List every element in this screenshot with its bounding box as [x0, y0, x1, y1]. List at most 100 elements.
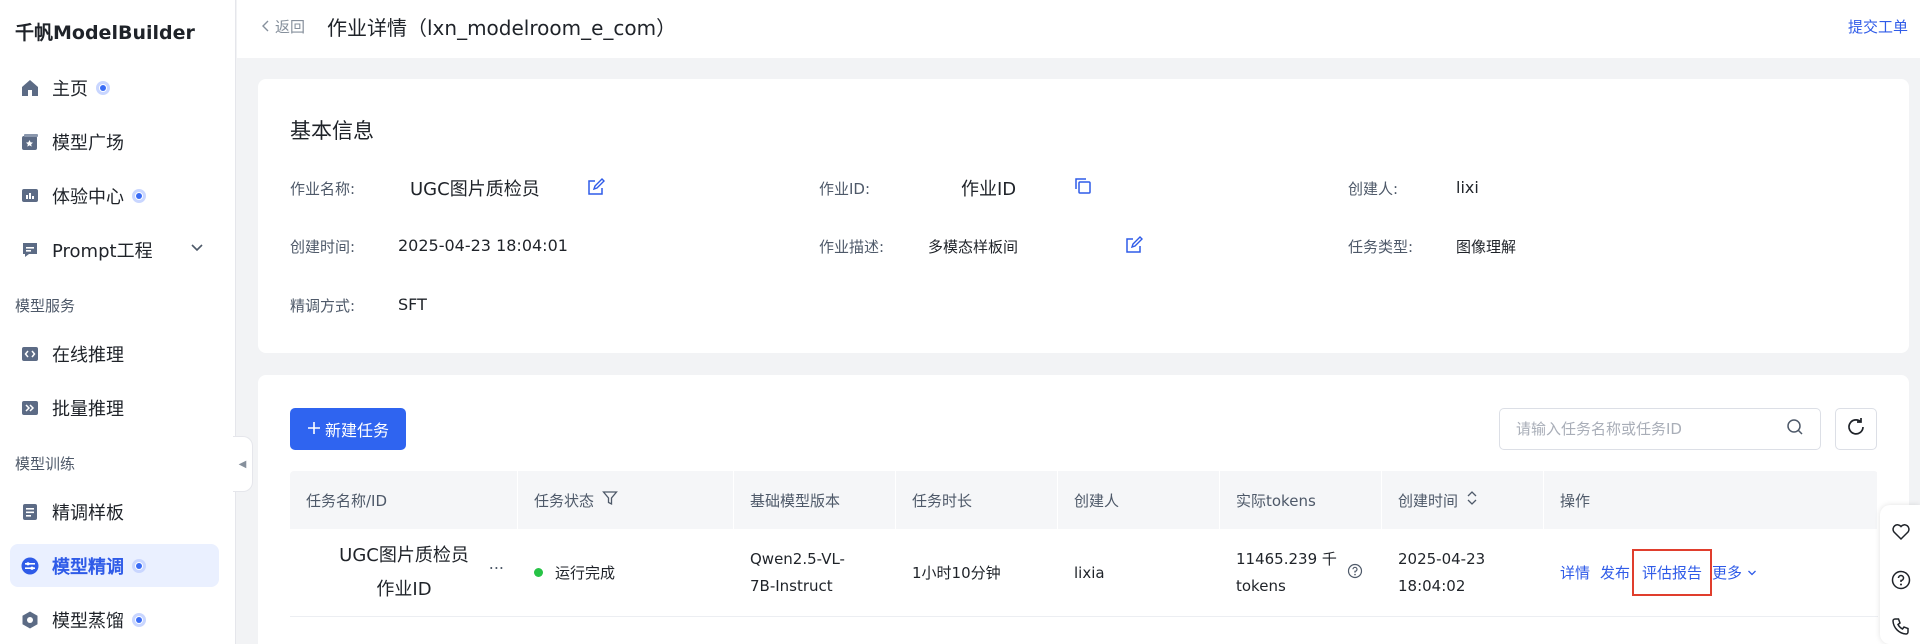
sidebar-item-label: Prompt工程 — [52, 240, 153, 262]
detail-link[interactable]: 详情 — [1560, 562, 1590, 583]
task-type-value: 图像理解 — [1456, 238, 1517, 256]
sidebar-item-tuning-samples[interactable]: 精调样板 — [10, 490, 219, 533]
status-success-dot — [534, 568, 543, 577]
column-header-created: 创建时间 — [1382, 471, 1544, 529]
chart-board-icon — [20, 186, 40, 206]
tokens-line: tokens — [1236, 576, 1286, 595]
basic-info-card: 基本信息 作业名称: UGC图片质检员 作业ID: 作业ID 创建人: lixi… — [258, 79, 1909, 353]
sidebar-item-online-inference[interactable]: 在线推理 — [10, 332, 219, 375]
creator-value: lixi — [1456, 178, 1479, 197]
distill-icon — [20, 610, 40, 630]
submit-ticket-link[interactable]: 提交工单 — [1848, 16, 1908, 37]
tokens-cell: 11465.239 千 tokens — [1220, 529, 1382, 616]
plus-icon — [307, 420, 321, 439]
base-model-value: Qwen2.5-VL- 7B-Instruct — [750, 546, 845, 600]
tokens-value: 11465.239 千 tokens — [1236, 546, 1337, 600]
eval-report-link[interactable]: 评估报告 — [1632, 549, 1713, 596]
created-time-value: 2025-04-23 18:04:01 — [398, 236, 568, 255]
section-label-model-service: 模型服务 — [15, 297, 76, 315]
new-badge — [132, 612, 146, 627]
more-icon[interactable]: ... — [489, 547, 504, 581]
floating-toolbar — [1880, 505, 1920, 644]
chevron-down-icon[interactable] — [189, 239, 205, 260]
search-input[interactable] — [1516, 420, 1786, 438]
creator-cell: lixia — [1074, 563, 1105, 582]
job-name-label: 作业名称: — [290, 180, 356, 198]
column-header: 任务名称/ID — [290, 471, 518, 529]
sidebar-item-experience-center[interactable]: 体验中心 — [10, 174, 219, 217]
new-task-button[interactable]: 新建任务 — [290, 408, 406, 450]
task-table: 任务名称/ID 任务状态 基础模型版本 任务时长 创建人 实际tokens 创建… — [290, 471, 1878, 617]
base-model-cell: Qwen2.5-VL- 7B-Instruct — [734, 529, 896, 616]
sort-icon[interactable] — [1466, 489, 1478, 511]
column-header: 任务时长 — [896, 471, 1058, 529]
refresh-icon — [1845, 416, 1867, 442]
column-header: 实际tokens — [1220, 471, 1382, 529]
tune-method-value: SFT — [398, 295, 427, 314]
column-header: 基础模型版本 — [734, 471, 896, 529]
sidebar-item-home[interactable]: 主页 — [10, 66, 219, 109]
job-desc-value: 多模态样板间 — [928, 238, 1019, 256]
sidebar-item-batch-inference[interactable]: 批量推理 — [10, 386, 219, 429]
sidebar-item-label: 精调样板 — [52, 502, 124, 524]
created-time-cell: 2025-04-23 18:04:02 — [1382, 529, 1544, 616]
home-icon — [20, 78, 40, 98]
sidebar-item-label: 模型广场 — [52, 132, 124, 154]
base-model-line: Qwen2.5-VL- — [750, 549, 845, 568]
chevron-down-icon — [1747, 564, 1757, 582]
filter-icon[interactable] — [602, 490, 618, 510]
help-icon[interactable] — [1891, 570, 1911, 590]
column-header-label: 任务状态 — [534, 491, 595, 510]
task-name[interactable]: UGC图片质检员 — [339, 539, 469, 573]
new-badge — [96, 80, 110, 95]
batch-icon — [20, 398, 40, 418]
tokens-line: 11465.239 千 — [1236, 549, 1337, 568]
sidebar-item-model-distillation[interactable]: 模型蒸馏 — [10, 598, 219, 641]
new-badge — [132, 188, 146, 203]
refresh-button[interactable] — [1835, 408, 1877, 450]
sidebar: 千帆ModelBuilder 主页 模型广场 体验中心 Prompt工程 模型服… — [0, 0, 236, 644]
app-root: 千帆ModelBuilder 主页 模型广场 体验中心 Prompt工程 模型服… — [0, 0, 1920, 644]
created-line: 18:04:02 — [1398, 576, 1466, 595]
creator-label: 创建人: — [1348, 180, 1399, 198]
page-header: 返回 作业详情（lxn_modelroom_e_com） 提交工单 — [237, 0, 1920, 58]
created-time-label: 创建时间: — [290, 238, 356, 256]
tuning-icon — [20, 556, 40, 576]
edit-icon[interactable] — [1124, 235, 1144, 255]
task-status-cell: 运行完成 — [518, 529, 734, 616]
status-label: 运行完成 — [555, 564, 616, 582]
column-header-status: 任务状态 — [518, 471, 734, 529]
created-time-value: 2025-04-23 18:04:02 — [1398, 546, 1485, 600]
job-name-value: UGC图片质检员 — [410, 179, 540, 200]
publish-link[interactable]: 发布 — [1600, 562, 1630, 583]
back-link[interactable]: 返回 — [261, 16, 305, 37]
sidebar-item-model-square[interactable]: 模型广场 — [10, 120, 219, 163]
more-dropdown[interactable]: 更多 — [1712, 562, 1757, 583]
basic-info-title: 基本信息 — [290, 119, 374, 143]
heart-feedback-icon[interactable] — [1891, 522, 1911, 542]
code-icon — [20, 344, 40, 364]
more-label: 更多 — [1712, 564, 1743, 582]
copy-icon[interactable] — [1073, 176, 1093, 196]
page-title: 作业详情（lxn_modelroom_e_com） — [327, 16, 677, 40]
phone-icon[interactable] — [1891, 616, 1911, 636]
edit-icon[interactable] — [586, 177, 606, 197]
table-row: UGC图片质检员 作业ID ... 运行完成 Qwen2.5-VL- 7B-In… — [290, 529, 1878, 617]
brand-logo: 千帆ModelBuilder — [15, 22, 195, 44]
task-name-cell: UGC图片质检员 作业ID ... — [290, 529, 518, 616]
sidebar-item-label: 在线推理 — [52, 344, 124, 366]
sidebar-item-prompt-engineering[interactable]: Prompt工程 — [10, 228, 219, 271]
task-list-card: 新建任务 任务名称/ID 任务状态 基础模型版本 — [258, 375, 1909, 644]
search-icon[interactable] — [1786, 418, 1804, 440]
help-icon[interactable] — [1347, 563, 1363, 583]
task-type-label: 任务类型: — [1348, 238, 1414, 256]
document-icon — [20, 502, 40, 522]
sidebar-collapse-toggle[interactable]: ◀ — [233, 436, 253, 492]
job-id-value: 作业ID — [961, 179, 1017, 200]
sidebar-item-label: 模型蒸馏 — [52, 610, 124, 632]
chat-bubble-icon — [20, 240, 40, 260]
sidebar-item-label: 主页 — [52, 78, 88, 100]
sidebar-item-model-tuning[interactable]: 模型精调 — [10, 544, 219, 587]
caret-left-icon: ◀ — [238, 458, 247, 470]
task-search — [1499, 408, 1821, 450]
